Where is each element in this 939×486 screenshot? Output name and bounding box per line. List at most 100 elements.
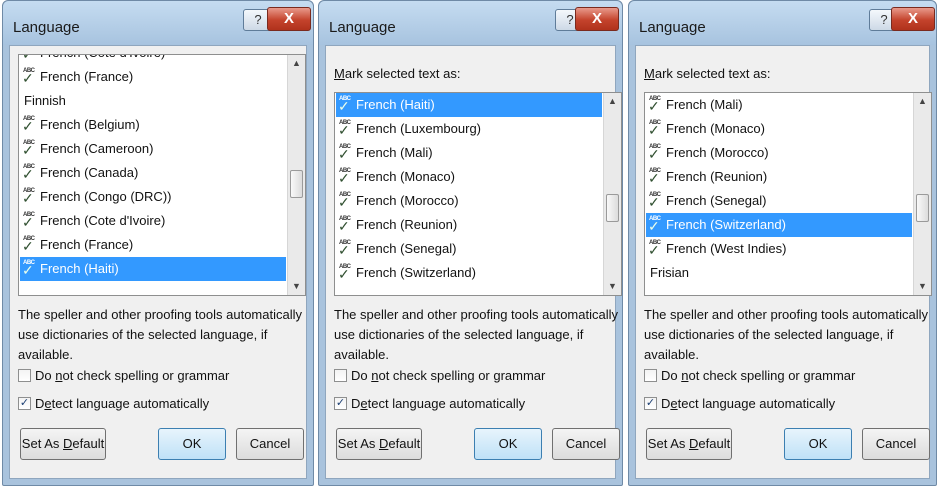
spellcheck-icon: ABC✓: [338, 264, 351, 282]
language-list-item[interactable]: ABC✓ French (Cote d'Ivoire): [20, 54, 286, 65]
spellcheck-icon: ABC✓: [338, 240, 351, 258]
language-name: French (Reunion): [666, 169, 768, 184]
title-bar[interactable]: Language ? X: [629, 1, 936, 45]
dialog-title: Language: [329, 19, 396, 36]
checkbox-icon[interactable]: [18, 369, 31, 383]
ok-button[interactable]: OK: [474, 428, 542, 460]
spellcheck-icon: ABC✓: [22, 188, 35, 206]
close-button[interactable]: X: [575, 7, 619, 31]
detect-language-checkbox[interactable]: ✓ Detect language automatically: [334, 394, 525, 414]
language-list-item[interactable]: ABC ✓ French (Senegal): [646, 189, 912, 213]
language-name: French (West Indies): [666, 241, 787, 256]
language-listbox[interactable]: ABC ✓ French (Mali) ABC ✓ French (Monaco) ABC ✓…: [644, 92, 932, 296]
set-as-default-button[interactable]: Set As Default: [20, 428, 106, 460]
vertical-scrollbar[interactable]: ▲ ▼: [287, 55, 305, 295]
language-name: Finnish: [24, 93, 66, 108]
language-name: French (Senegal): [666, 193, 767, 208]
language-list-item[interactable]: ABC ✓ French (Monaco): [336, 165, 602, 189]
language-list-item[interactable]: ABC ✓ French (Haiti): [20, 257, 286, 281]
language-list-item[interactable]: ABC ✓ French (West Indies): [646, 237, 912, 261]
detect-language-checkbox[interactable]: ✓ Detect language automatically: [644, 394, 835, 414]
detect-language-checkbox[interactable]: ✓ Detect language automatically: [18, 394, 209, 414]
set-as-default-button[interactable]: Set As Default: [336, 428, 422, 460]
cancel-button[interactable]: Cancel: [236, 428, 304, 460]
language-list-item[interactable]: ABC ✓ French (Reunion): [646, 165, 912, 189]
language-list-item[interactable]: ABC ✓ French (Congo (DRC)): [20, 185, 286, 209]
language-list-item[interactable]: ABC ✓ French (Switzerland): [646, 213, 912, 237]
language-list-item[interactable]: ABC ✓ French (Senegal): [336, 237, 602, 261]
checkbox-icon[interactable]: ✓: [644, 397, 657, 411]
title-bar[interactable]: Language ? X: [319, 1, 622, 45]
cancel-button[interactable]: Cancel: [552, 428, 620, 460]
language-list-item[interactable]: ABC ✓ French (Canada): [20, 161, 286, 185]
language-list-item[interactable]: Finnish: [20, 89, 286, 113]
vertical-scrollbar[interactable]: ▲ ▼: [603, 93, 621, 295]
language-list-item[interactable]: ABC ✓ French (Reunion): [336, 213, 602, 237]
close-button[interactable]: X: [891, 7, 935, 31]
cancel-button[interactable]: Cancel: [862, 428, 930, 460]
language-name: French (France): [40, 69, 134, 84]
language-name: French (Switzerland): [356, 265, 476, 280]
ok-button[interactable]: OK: [158, 428, 226, 460]
checkbox-icon[interactable]: [644, 369, 657, 383]
spellcheck-icon: ABC✓: [22, 260, 35, 278]
language-name: French (Luxembourg): [356, 121, 481, 136]
language-list-item[interactable]: ABC ✓ French (Morocco): [336, 189, 602, 213]
title-bar[interactable]: Language ? X: [3, 1, 313, 45]
language-name: French (Belgium): [40, 117, 140, 132]
scroll-up-arrow-icon[interactable]: ▲: [604, 93, 621, 110]
checkbox-icon[interactable]: ✓: [334, 397, 347, 411]
language-name: French (Morocco): [356, 193, 459, 208]
language-name: French (Mali): [666, 97, 743, 112]
do-not-check-checkbox[interactable]: Do not check spelling or grammar: [334, 366, 545, 386]
language-list-rows: ABC ✓ French (Haiti) ABC ✓ French (Luxembourg…: [335, 93, 603, 295]
scroll-down-arrow-icon[interactable]: ▼: [914, 278, 931, 295]
language-list-item[interactable]: ABC ✓ French (France): [20, 65, 286, 89]
language-listbox[interactable]: ABC ✓ French (Haiti) ABC ✓ French (Luxembourg…: [334, 92, 622, 296]
language-list-item[interactable]: ABC ✓ French (Luxembourg): [336, 117, 602, 141]
spellcheck-icon: ABC✓: [648, 168, 661, 186]
dialog-title: Language: [13, 19, 80, 36]
close-button[interactable]: X: [267, 7, 311, 31]
language-list-item[interactable]: ABC ✓ French (France): [20, 233, 286, 257]
scroll-up-arrow-icon[interactable]: ▲: [914, 93, 931, 110]
language-list-item[interactable]: ABC ✓ French (Mali): [336, 141, 602, 165]
language-name: French (Senegal): [356, 241, 457, 256]
language-list-item[interactable]: ABC✓ French (Cote d'Ivoire): [20, 209, 286, 233]
spellcheck-icon: ABC✓: [648, 96, 661, 114]
spellcheck-icon: ABC✓: [338, 168, 351, 186]
scroll-down-arrow-icon[interactable]: ▼: [604, 278, 621, 295]
language-name: French (Cote d'Ivoire): [40, 55, 165, 60]
scroll-down-arrow-icon[interactable]: ▼: [288, 278, 305, 295]
scroll-thumb[interactable]: [916, 194, 929, 222]
language-list-item[interactable]: ABC ✓ French (Mali): [646, 93, 912, 117]
language-dialog-1: Language ? X ABC✓ French (Cote d'Ivoire) A…: [2, 0, 314, 486]
scroll-thumb[interactable]: [290, 170, 303, 198]
spellcheck-icon: ABC✓: [22, 140, 35, 158]
language-listbox[interactable]: ABC✓ French (Cote d'Ivoire) ABC✓ French (Fr…: [18, 54, 306, 296]
language-name: French (Switzerland): [666, 217, 786, 232]
language-list-rows: ABC✓ French (Cote d'Ivoire) ABC✓ French (Fr…: [19, 55, 287, 295]
language-list-item[interactable]: Frisian: [646, 261, 912, 285]
do-not-check-checkbox[interactable]: Do not check spelling or grammar: [644, 366, 855, 386]
language-list-item[interactable]: ABC ✓ French (Haiti): [336, 93, 602, 117]
checkbox-icon[interactable]: [334, 369, 347, 383]
ok-button[interactable]: OK: [784, 428, 852, 460]
language-name: Frisian: [650, 265, 690, 280]
language-list-rows: ABC ✓ French (Mali) ABC ✓ French (Monaco) ABC ✓…: [645, 93, 913, 295]
language-list-item[interactable]: ABC ✓ French (Cameroon): [20, 137, 286, 161]
checkbox-icon[interactable]: ✓: [18, 397, 31, 411]
set-as-default-button[interactable]: Set As Default: [646, 428, 732, 460]
vertical-scrollbar[interactable]: ▲ ▼: [913, 93, 931, 295]
scroll-thumb[interactable]: [606, 194, 619, 222]
spellcheck-icon: ABC✓: [22, 54, 34, 62]
language-list-item[interactable]: ABC ✓ French (Belgium): [20, 113, 286, 137]
dialog-client: ABC✓ French (Cote d'Ivoire) ABC✓ French (Fr…: [9, 45, 307, 479]
scroll-up-arrow-icon[interactable]: ▲: [288, 55, 305, 72]
do-not-check-checkbox[interactable]: Do not check spelling or grammar: [18, 366, 229, 386]
spellcheck-icon: ABC✓: [648, 120, 661, 138]
language-list-item[interactable]: ABC ✓ French (Switzerland): [336, 261, 602, 285]
language-list-item[interactable]: ABC ✓ French (Monaco): [646, 117, 912, 141]
language-list-item[interactable]: ABC ✓ French (Morocco): [646, 141, 912, 165]
spellcheck-icon: ABC✓: [648, 144, 661, 162]
